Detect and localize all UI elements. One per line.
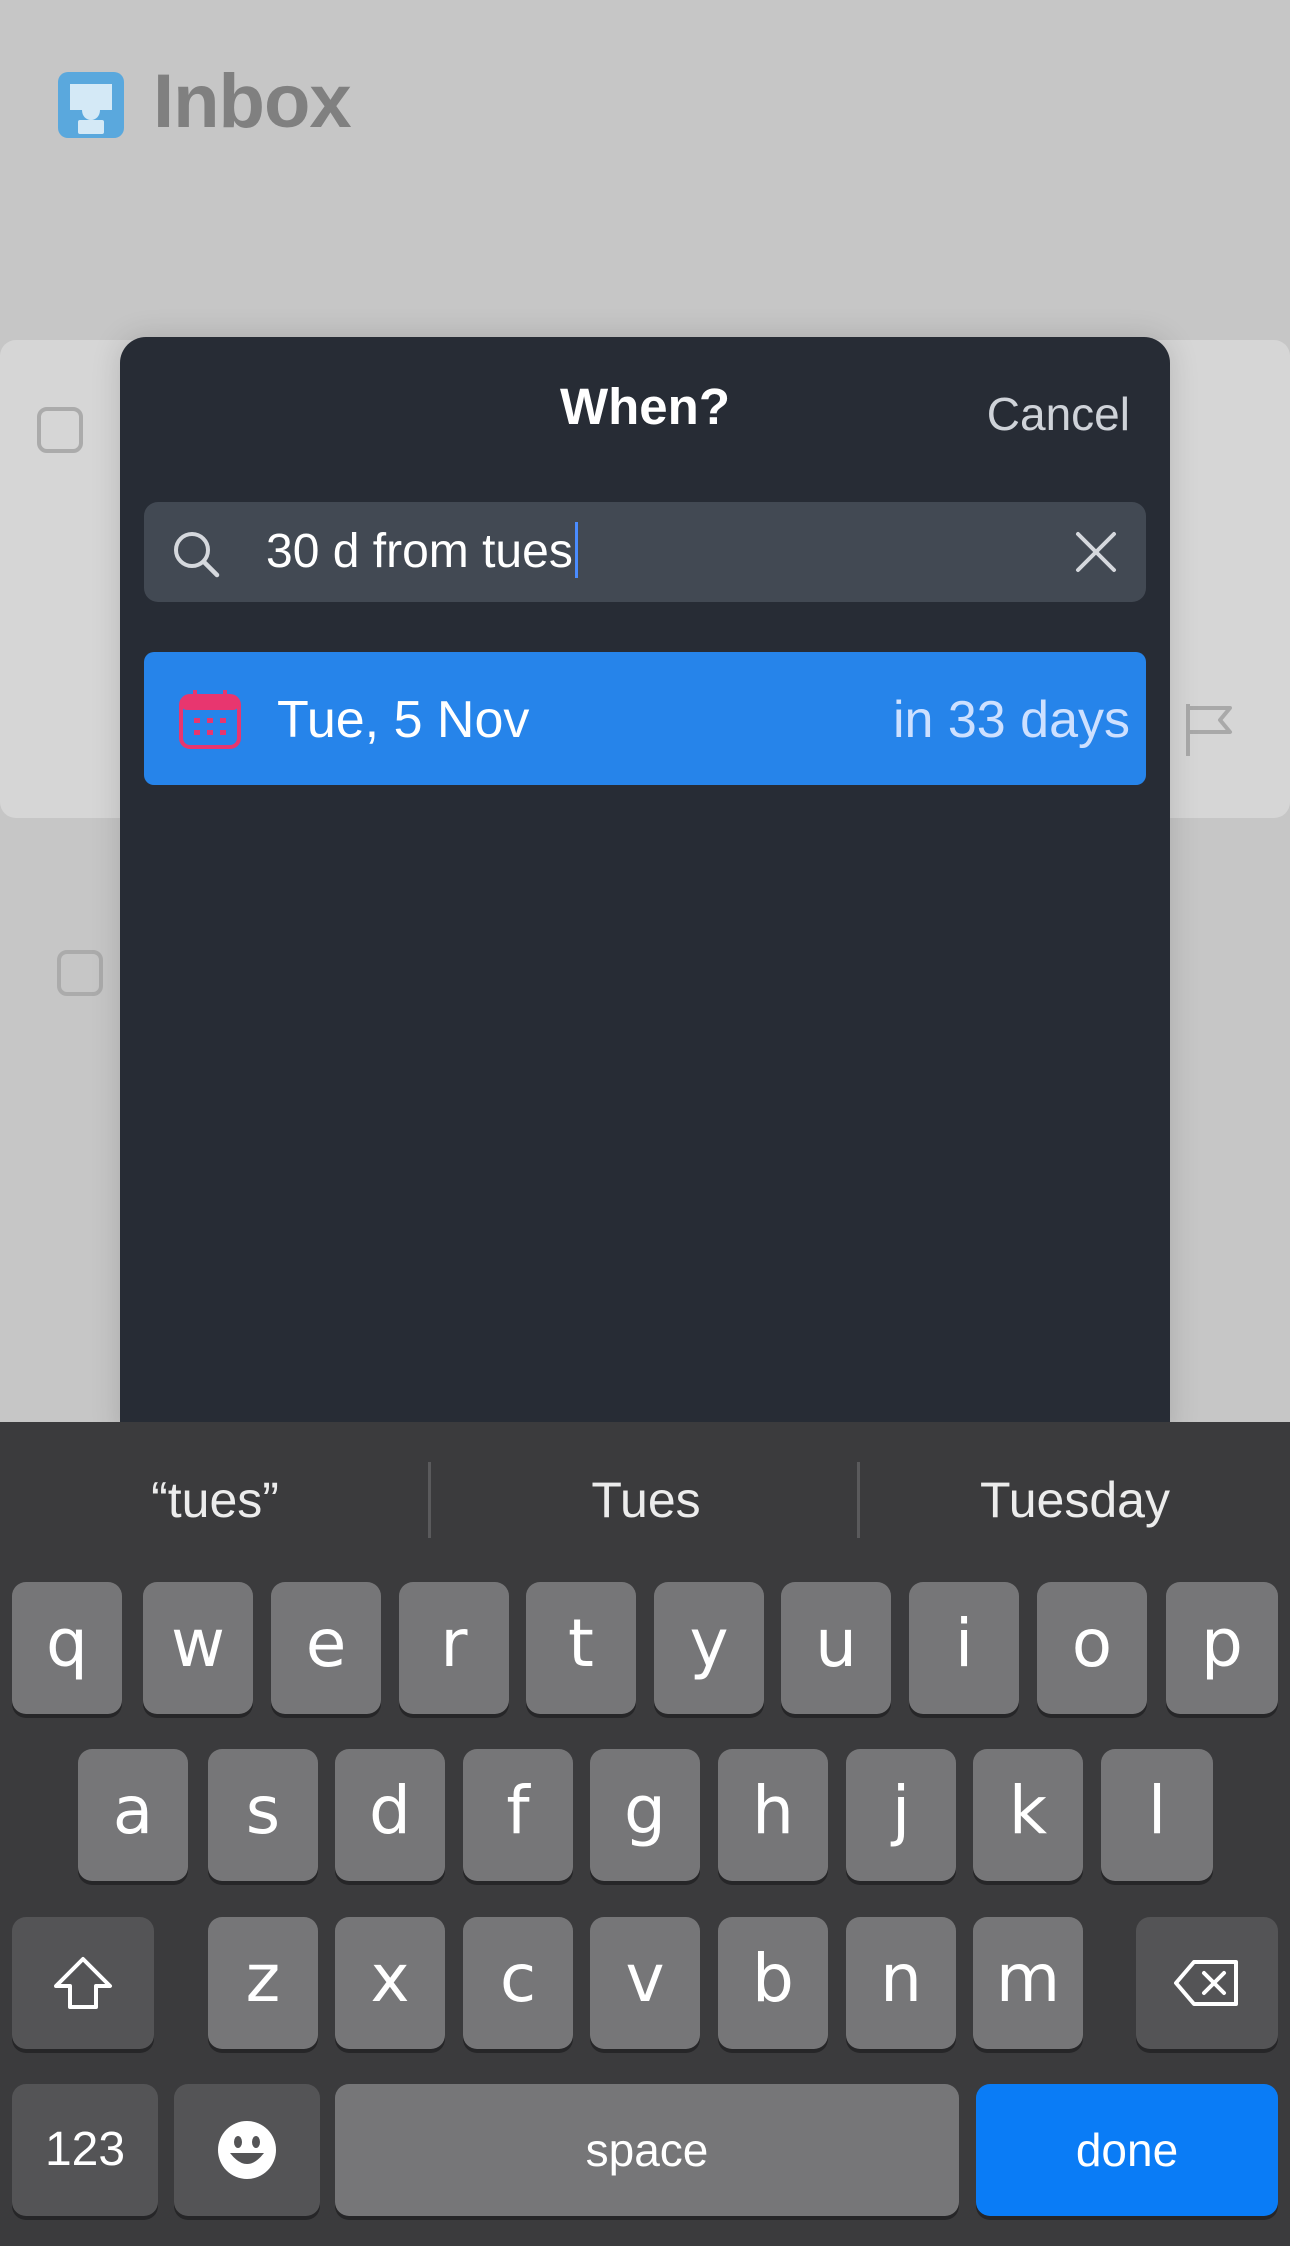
page-title: Inbox xyxy=(153,59,352,144)
key-y[interactable]: y xyxy=(654,1582,764,1714)
key-m[interactable]: m xyxy=(973,1917,1083,2049)
key-j[interactable]: j xyxy=(846,1749,956,1881)
key-h[interactable]: h xyxy=(718,1749,828,1881)
key-s[interactable]: s xyxy=(208,1749,318,1881)
flag-icon[interactable] xyxy=(1182,700,1238,758)
suggestion-2[interactable]: Tues xyxy=(431,1422,861,1578)
key-e[interactable]: e xyxy=(271,1582,381,1714)
key-x[interactable]: x xyxy=(335,1917,445,2049)
key-l[interactable]: l xyxy=(1101,1749,1213,1881)
key-z[interactable]: z xyxy=(208,1917,318,2049)
done-key[interactable]: done xyxy=(976,2084,1278,2216)
result-date: Tue, 5 Nov xyxy=(277,691,530,749)
backspace-icon xyxy=(1174,1960,1238,2006)
key-n[interactable]: n xyxy=(846,1917,956,2049)
key-u[interactable]: u xyxy=(781,1582,891,1714)
suggestion-1[interactable]: “tues” xyxy=(0,1422,430,1578)
search-value: 30 d from tues xyxy=(266,522,578,582)
suggestion-3[interactable]: Tuesday xyxy=(860,1422,1290,1578)
space-key[interactable]: space xyxy=(335,2084,959,2216)
key-p[interactable]: p xyxy=(1166,1582,1278,1714)
key-f[interactable]: f xyxy=(463,1749,573,1881)
shift-icon xyxy=(54,1957,112,2009)
text-caret xyxy=(574,522,578,579)
task-checkbox[interactable] xyxy=(57,950,103,996)
search-icon xyxy=(174,532,220,578)
key-d[interactable]: d xyxy=(335,1749,445,1881)
key-a[interactable]: a xyxy=(78,1749,188,1881)
key-c[interactable]: c xyxy=(463,1917,573,2049)
numbers-key[interactable]: 123 xyxy=(12,2084,158,2216)
calendar-icon xyxy=(179,690,241,749)
key-q[interactable]: q xyxy=(12,1582,122,1714)
key-k[interactable]: k xyxy=(973,1749,1083,1881)
clear-icon[interactable] xyxy=(1074,530,1118,574)
key-t[interactable]: t xyxy=(526,1582,636,1714)
backspace-key[interactable] xyxy=(1136,1917,1278,2049)
key-g[interactable]: g xyxy=(590,1749,700,1881)
emoji-icon xyxy=(218,2121,276,2179)
when-sheet: When? Cancel 30 d from tues Tue, 5 Nov i… xyxy=(120,337,1170,1437)
key-r[interactable]: r xyxy=(399,1582,509,1714)
key-i[interactable]: i xyxy=(909,1582,1019,1714)
key-v[interactable]: v xyxy=(590,1917,700,2049)
date-result-row[interactable]: Tue, 5 Nov in 33 days xyxy=(144,652,1146,785)
key-o[interactable]: o xyxy=(1037,1582,1147,1714)
app-header: Inbox xyxy=(0,0,1290,340)
search-input[interactable]: 30 d from tues xyxy=(144,502,1146,602)
cancel-button[interactable]: Cancel xyxy=(987,387,1130,441)
key-b[interactable]: b xyxy=(718,1917,828,2049)
task-checkbox[interactable] xyxy=(37,407,83,453)
inbox-icon xyxy=(58,72,124,138)
shift-key[interactable] xyxy=(12,1917,154,2049)
result-relative: in 33 days xyxy=(892,691,1130,749)
key-w[interactable]: w xyxy=(143,1582,253,1714)
emoji-key[interactable] xyxy=(174,2084,320,2216)
keyboard: “tues” Tues Tuesday q w e r t y u i o p … xyxy=(0,1422,1290,2246)
